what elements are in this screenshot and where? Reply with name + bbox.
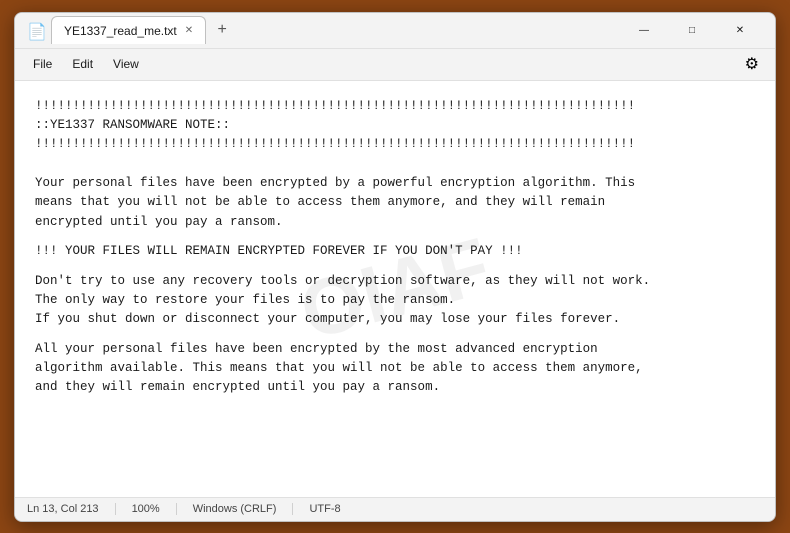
ransomware-title: ::YE1337 RANSOMWARE NOTE:: [35,116,755,135]
ransomware-note: !!!!!!!!!!!!!!!!!!!!!!!!!!!!!!!!!!!!!!!!… [35,97,755,398]
new-tab-button[interactable]: + [208,16,236,44]
paragraph-1: Your personal files have been encrypted … [35,174,755,232]
tab-area: YE1337_read_me.txt ✕ + [51,16,236,44]
paragraph-2: Don't try to use any recovery tools or d… [35,272,755,330]
status-bar: Ln 13, Col 213 100% Windows (CRLF) UTF-8 [15,497,775,521]
tab-close-button[interactable]: ✕ [185,26,193,36]
exclamation-line-1: !!!!!!!!!!!!!!!!!!!!!!!!!!!!!!!!!!!!!!!!… [35,97,755,116]
notepad-window: 📄 YE1337_read_me.txt ✕ + — □ ✕ File Edit… [14,12,776,522]
menu-file[interactable]: File [23,53,62,75]
maximize-button[interactable]: □ [669,16,715,44]
active-tab[interactable]: YE1337_read_me.txt ✕ [51,16,206,44]
title-bar: 📄 YE1337_read_me.txt ✕ + — □ ✕ [15,13,775,49]
exclamation-line-2: !!!!!!!!!!!!!!!!!!!!!!!!!!!!!!!!!!!!!!!!… [35,135,755,154]
encoding: UTF-8 [293,503,356,515]
paragraph-3: All your personal files have been encryp… [35,340,755,398]
menu-view[interactable]: View [103,53,149,75]
cursor-position: Ln 13, Col 213 [27,503,116,515]
menu-edit[interactable]: Edit [62,53,103,75]
close-button[interactable]: ✕ [717,16,763,44]
paragraph-warning: !!! YOUR FILES WILL REMAIN ENCRYPTED FOR… [35,242,755,261]
zoom-level: 100% [116,503,177,515]
window-controls: — □ ✕ [621,16,763,44]
file-icon: 📄 [27,22,43,38]
text-content-area[interactable]: OIAF !!!!!!!!!!!!!!!!!!!!!!!!!!!!!!!!!!!… [15,81,775,497]
minimize-button[interactable]: — [621,16,667,44]
menu-bar: File Edit View ⚙ [15,49,775,81]
line-ending: Windows (CRLF) [177,503,294,515]
settings-icon[interactable]: ⚙ [737,50,767,78]
tab-label: YE1337_read_me.txt [64,24,177,38]
